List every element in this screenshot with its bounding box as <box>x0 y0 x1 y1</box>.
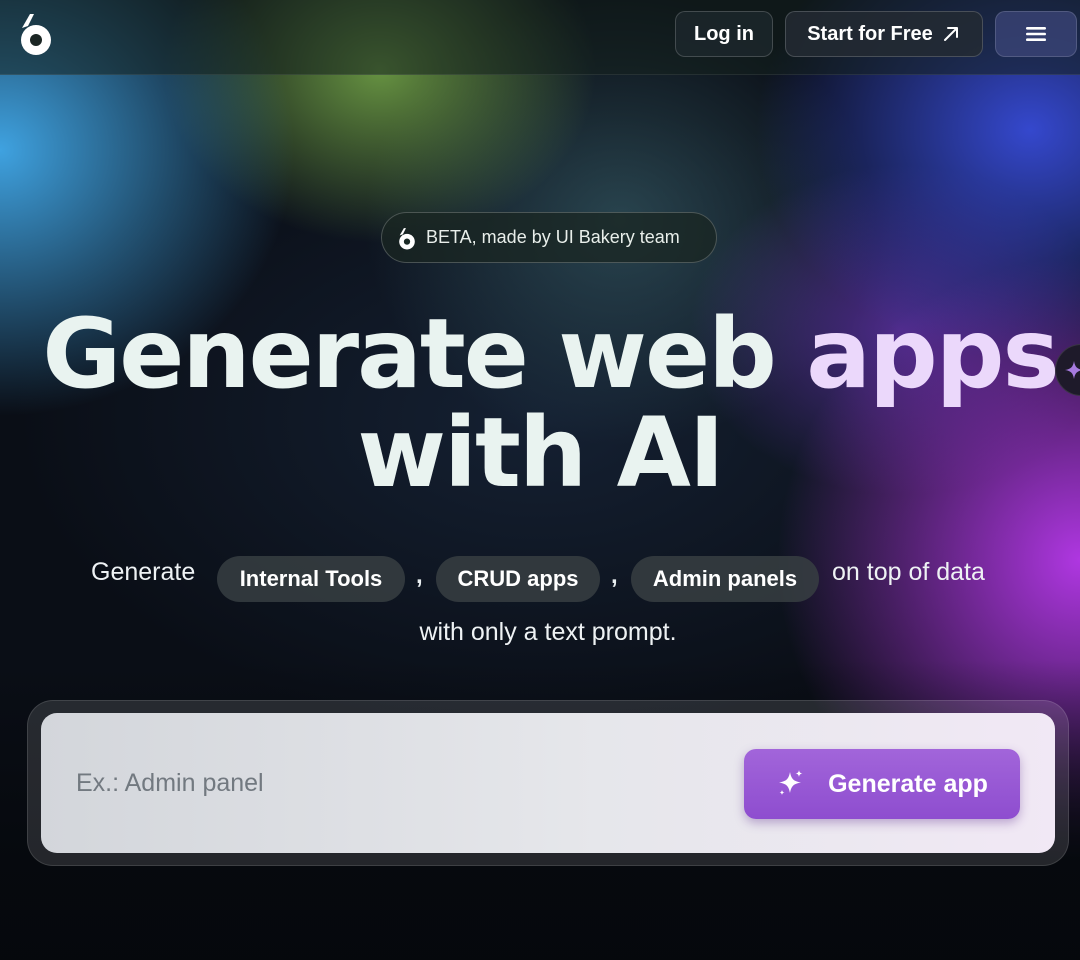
separator-comma: , <box>416 562 423 589</box>
generate-app-button[interactable]: Generate app <box>744 749 1020 819</box>
hamburger-menu-icon <box>1026 27 1046 41</box>
top-navigation-bar: Log in Start for Free <box>0 0 1080 75</box>
beta-badge-label: BETA, made by UI Bakery team <box>426 227 680 247</box>
ui-bakery-logo-icon[interactable] <box>16 8 56 58</box>
start-for-free-button[interactable]: Start for Free <box>785 11 983 57</box>
chip-label: CRUD apps <box>457 566 579 591</box>
sparkle-icon <box>779 770 803 795</box>
prompt-input[interactable] <box>76 760 716 806</box>
arrow-up-right-icon <box>943 27 958 41</box>
chip-crud-apps[interactable]: CRUD apps <box>436 556 600 602</box>
hero-title-white: Generate web <box>42 298 776 410</box>
generate-app-label: Generate app <box>828 769 988 798</box>
separator-comma: , <box>611 562 618 589</box>
chip-internal-tools[interactable]: Internal Tools <box>217 556 405 602</box>
menu-button[interactable] <box>995 11 1077 57</box>
sparkle-icon <box>1065 361 1080 379</box>
chip-label: Admin panels <box>652 566 798 591</box>
beta-badge[interactable]: BETA, made by UI Bakery team <box>381 212 717 263</box>
subtitle-suffix: on top of data <box>832 558 985 586</box>
hero-title-line-2: with AI <box>357 397 724 509</box>
subtitle-prefix: Generate <box>91 558 196 586</box>
hero-subtitle-line-2: with only a text prompt. <box>419 618 677 646</box>
start-button-label: Start for Free <box>807 22 933 45</box>
login-button-label: Log in <box>694 22 754 45</box>
hero-title-accent: apps <box>806 298 1059 410</box>
ui-bakery-logo-icon <box>399 227 415 249</box>
hero-subtitle: Generate Internal Tools , CRUD apps , Ad… <box>0 556 1080 602</box>
chip-admin-panels[interactable]: Admin panels <box>631 556 819 602</box>
login-button[interactable]: Log in <box>675 11 773 57</box>
hero-title-line-1: Generate web apps <box>10 306 1080 402</box>
chip-label: Internal Tools <box>239 566 383 591</box>
